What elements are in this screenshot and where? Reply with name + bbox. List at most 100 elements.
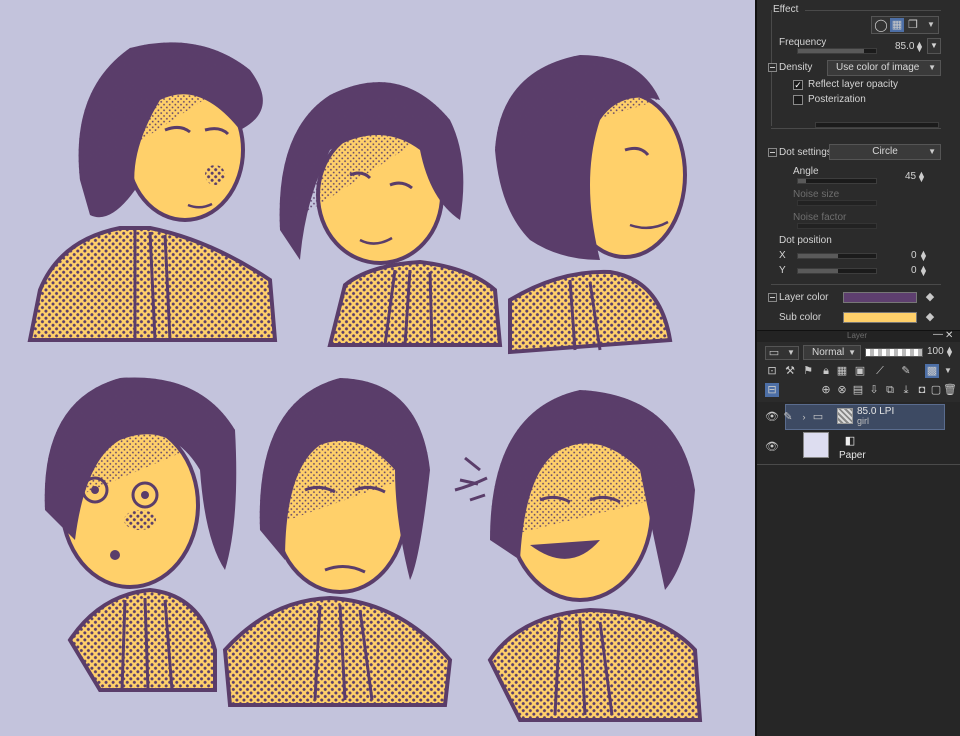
paintbrush-icon[interactable]: ⚒ (783, 364, 797, 378)
y-spinner[interactable]: ▲ ▼ (919, 264, 928, 278)
chevron-down-icon: ▼ (928, 147, 936, 156)
x-position-slider-fill (798, 254, 838, 258)
effect-group-bottom (771, 128, 941, 129)
angle-slider[interactable] (797, 178, 877, 184)
layer-panel-title: Layer (847, 331, 868, 340)
camera-icon[interactable]: ▢ (929, 383, 943, 397)
layer-panel-header: Layer — ✕ (757, 329, 960, 342)
layer-toolbar-2: ⊟ ⊕ ⊗ ▤ ⇩ ⧉ ⤓ ◘ ▢ 🗑︎ (765, 383, 957, 399)
effect-group-line (805, 10, 941, 11)
dot-settings-label: Dot settings (779, 147, 832, 158)
layer-color-swatch[interactable] (843, 292, 917, 303)
frequency-spinner[interactable]: ▲ ▼ (915, 40, 924, 54)
dot-shape-dropdown[interactable]: Circle ▼ (829, 144, 941, 160)
draft-icon[interactable]: ✎ (899, 364, 913, 378)
color-picker-icon[interactable]: ◆ (923, 290, 937, 304)
ruler-icon[interactable]: ⟋ (873, 364, 887, 378)
layer-frame-icon: ▭ (768, 347, 780, 359)
combine-icon[interactable]: ⧉ (883, 383, 897, 397)
merge-icon[interactable]: ⇩ (867, 383, 881, 397)
layer-name-2: Paper (839, 450, 866, 461)
layer-settings-icon[interactable]: ⊡ (765, 364, 779, 378)
opacity-spinner[interactable]: ▲ ▼ (945, 345, 954, 359)
angle-slider-fill (798, 179, 806, 183)
folder-icon: ▭ (812, 411, 824, 423)
dot-settings-bottom (771, 284, 941, 285)
color-picker-icon[interactable]: ◆ (923, 310, 937, 324)
density-selected: Use color of image (836, 62, 920, 73)
chevron-down-icon[interactable]: ▼ (941, 364, 955, 378)
circle-effect-icon[interactable]: ◯ (874, 18, 888, 32)
clip-icon[interactable]: ⤓ (899, 383, 913, 397)
layer-list-divider (757, 464, 960, 465)
chevron-down-icon[interactable]: ▼ (924, 18, 938, 32)
angle-spinner[interactable]: ▲ ▼ (917, 170, 926, 184)
density-collapse-icon[interactable] (768, 63, 777, 72)
mask-icon[interactable]: ▣ (853, 364, 867, 378)
dot-position-label: Dot position (779, 235, 832, 246)
sketch-girl-4 (44, 377, 237, 692)
minimize-icon[interactable]: — (933, 329, 943, 340)
close-icon[interactable]: ✕ (945, 330, 953, 341)
effect-mode-selector[interactable]: ◯ ▦ ❐ ▼ (871, 16, 939, 34)
trash-icon[interactable]: 🗑︎ (943, 383, 957, 397)
noise-size-slider (797, 200, 877, 206)
reference-icon[interactable]: ⚑ (801, 364, 815, 378)
new-folder-icon[interactable]: ▤ (851, 383, 865, 397)
layer-color-icon[interactable]: ▩ (925, 364, 939, 378)
dot-settings-collapse-icon[interactable] (768, 148, 777, 157)
chevron-right-icon[interactable]: › (797, 410, 811, 424)
opacity-slider[interactable] (865, 348, 923, 357)
density-dropdown[interactable]: Use color of image ▼ (827, 60, 941, 76)
frequency-dropdown-button[interactable]: ▼ (927, 38, 941, 54)
new-vector-layer-icon[interactable]: ⊗ (835, 383, 849, 397)
dot-shape-selected: Circle (872, 146, 898, 157)
sub-color-swatch[interactable] (843, 312, 917, 323)
density-label: Density (779, 62, 813, 73)
eye-icon[interactable]: 👁︎ (765, 440, 779, 454)
y-position-slider-fill (798, 269, 838, 273)
chevron-down-icon: ▼ (787, 348, 795, 357)
lock-transparency-icon[interactable]: ▦ (835, 364, 849, 378)
layer-color-label: Layer color (779, 292, 829, 303)
sub-color-label: Sub color (779, 312, 822, 323)
sketch-girl-6 (454, 390, 703, 722)
x-value: 0 (911, 250, 917, 261)
overlay-effect-icon[interactable]: ❐ (906, 18, 920, 32)
paper-icon: ◧ (844, 435, 856, 447)
reflect-layer-opacity-checkbox[interactable]: ✓ (793, 80, 803, 90)
new-raster-layer-icon[interactable]: ⊕ (819, 383, 833, 397)
layer-property-dropdown[interactable]: ▭ ▼ (765, 346, 799, 360)
halftone-effect-icon[interactable]: ▦ (890, 18, 904, 32)
sketch-girl-2 (279, 82, 503, 347)
chevron-down-icon: ▼ (848, 348, 856, 357)
noise-factor-label: Noise factor (793, 212, 847, 223)
x-spinner[interactable]: ▲ ▼ (919, 249, 928, 263)
layer-list: 👁︎ ✎ › ▭ 85.0 LPI girl 👁︎ ◧ Paper (757, 402, 960, 736)
blend-mode-dropdown[interactable]: Normal ▼ (803, 345, 861, 360)
sketch-girl-1 (27, 42, 278, 342)
angle-value: 45 (905, 171, 917, 182)
opacity-value: 100 (927, 346, 944, 357)
frequency-slider[interactable] (797, 48, 877, 54)
paper-layer-thumbnail (803, 432, 829, 458)
layer-sub-1: girl (857, 416, 870, 426)
pencil-icon[interactable]: ✎ (781, 410, 795, 424)
layer-color-collapse-icon[interactable] (768, 293, 777, 302)
x-label: X (779, 250, 786, 261)
lock-icon[interactable]: 🔒︎ (819, 364, 833, 378)
mask-add-icon[interactable]: ◘ (915, 383, 929, 397)
halftone-layer-thumbnail (837, 408, 853, 424)
layer-view-icon[interactable]: ⊟ (765, 383, 779, 397)
posterization-checkbox[interactable] (793, 95, 803, 105)
effect-title: Effect (773, 4, 799, 15)
x-position-slider[interactable] (797, 253, 877, 259)
noise-size-label: Noise size (793, 189, 840, 200)
reflect-layer-opacity-label: Reflect layer opacity (808, 79, 899, 90)
chevron-down-icon: ▼ (928, 63, 936, 72)
y-position-slider[interactable] (797, 268, 877, 274)
eye-icon[interactable]: 👁︎ (765, 410, 779, 424)
drawing-canvas[interactable] (0, 0, 755, 736)
posterization-label: Posterization (808, 94, 866, 105)
tool-property-panel: Effect ◯ ▦ ❐ ▼ Frequency 85.0 ▲ ▼ ▼ Densi… (755, 0, 960, 736)
